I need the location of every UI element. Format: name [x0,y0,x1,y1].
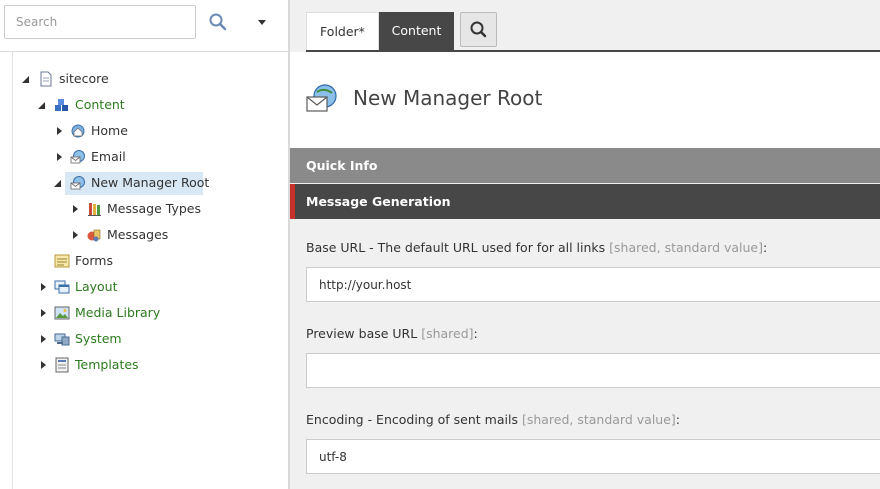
section-quick-info[interactable]: Quick Info [290,148,880,183]
search-icon [470,21,487,38]
collapsed-arrow-icon[interactable] [54,146,66,168]
field-label-suffix: : [473,326,478,341]
field-label-text: Preview base URL [306,326,422,341]
tree-item-message-types[interactable]: Message Types [0,198,288,220]
content-tree-pane: sitecore Content Home Email [0,0,288,489]
field-meta: [shared, standard value] [521,412,676,427]
tree-item-email[interactable]: Email [0,146,288,168]
tree-item-label: Email [91,149,126,164]
tree-item-label: Layout [75,279,118,294]
field-label-suffix: : [675,412,681,427]
tree-item-label: New Manager Root [91,175,210,190]
tree-item-label: Messages [107,227,169,242]
tab-content[interactable]: Content [379,12,454,50]
messages-icon [86,227,102,243]
section-message-generation[interactable]: Message Generation [290,184,880,219]
field-meta: [shared, standard value] [609,240,764,255]
forms-icon [54,253,70,269]
message-types-icon [86,201,102,217]
field-meta: [shared] [421,326,474,341]
collapsed-arrow-icon[interactable] [54,120,66,142]
home-globe-icon [70,123,86,139]
tree-item-layout[interactable]: Layout [0,276,288,298]
field-label-suffix: : [763,240,768,255]
tree-item-label: Media Library [75,305,161,320]
search-tab-button[interactable] [460,12,497,47]
email-globe-icon [70,149,86,165]
search-options-chevron-down-icon[interactable] [252,12,272,32]
tree-item-label: System [75,331,122,346]
templates-icon [54,357,70,373]
preview-base-url-label: Preview base URL [shared]: [306,326,478,341]
collapsed-arrow-icon[interactable] [70,224,82,246]
media-image-icon [54,305,70,321]
content-cubes-icon [54,97,70,113]
item-title: New Manager Root [353,86,543,110]
system-computer-icon [54,331,70,347]
divider [0,51,288,52]
tree-item-messages[interactable]: Messages [0,224,288,246]
expanded-arrow-icon[interactable] [20,68,32,90]
layout-windows-icon [54,279,70,295]
tree-item-forms[interactable]: Forms [0,250,288,272]
tree-item-label: Message Types [107,201,201,216]
editor-tab-bar: Folder* Content [290,0,880,52]
expanded-arrow-icon[interactable] [52,172,64,194]
collapsed-arrow-icon[interactable] [38,302,50,324]
search-input[interactable] [4,5,196,39]
collapsed-arrow-icon[interactable] [38,276,50,298]
tree-item-system[interactable]: System [0,328,288,350]
tree-item-media-library[interactable]: Media Library [0,302,288,324]
base-url-label: Base URL - The default URL used for for … [306,240,767,255]
base-url-field[interactable] [306,267,880,302]
expanded-arrow-icon[interactable] [36,94,48,116]
content-editor-pane: Folder* Content New Manager Root Quick I… [290,0,880,489]
email-globe-icon [70,175,86,191]
tree-item-label: Content [75,97,125,112]
encoding-label: Encoding - Encoding of sent mails [share… [306,412,680,427]
tree-item-content[interactable]: Content [0,94,288,116]
tab-folder[interactable]: Folder* [306,12,379,50]
collapsed-arrow-icon[interactable] [70,198,82,220]
tree-item-new-manager-root[interactable]: New Manager Root [0,172,288,194]
encoding-field[interactable] [306,439,880,474]
tree-item-sitecore[interactable]: sitecore [0,68,288,90]
preview-base-url-field[interactable] [306,353,880,388]
collapsed-arrow-icon[interactable] [38,354,50,376]
item-header: New Manager Root [290,52,880,148]
search-icon[interactable] [204,8,232,36]
email-globe-icon [305,82,339,116]
document-icon [38,71,54,87]
tree-item-label: Home [91,123,128,138]
tree-item-home[interactable]: Home [0,120,288,142]
field-label-text: Base URL - The default URL used for for … [306,240,610,255]
tree-item-templates[interactable]: Templates [0,354,288,376]
tree-item-label: sitecore [59,71,109,86]
collapsed-arrow-icon[interactable] [38,328,50,350]
field-label-text: Encoding - Encoding of sent mails [306,412,522,427]
tree-item-label: Forms [75,253,114,268]
tree-item-label: Templates [75,357,139,372]
